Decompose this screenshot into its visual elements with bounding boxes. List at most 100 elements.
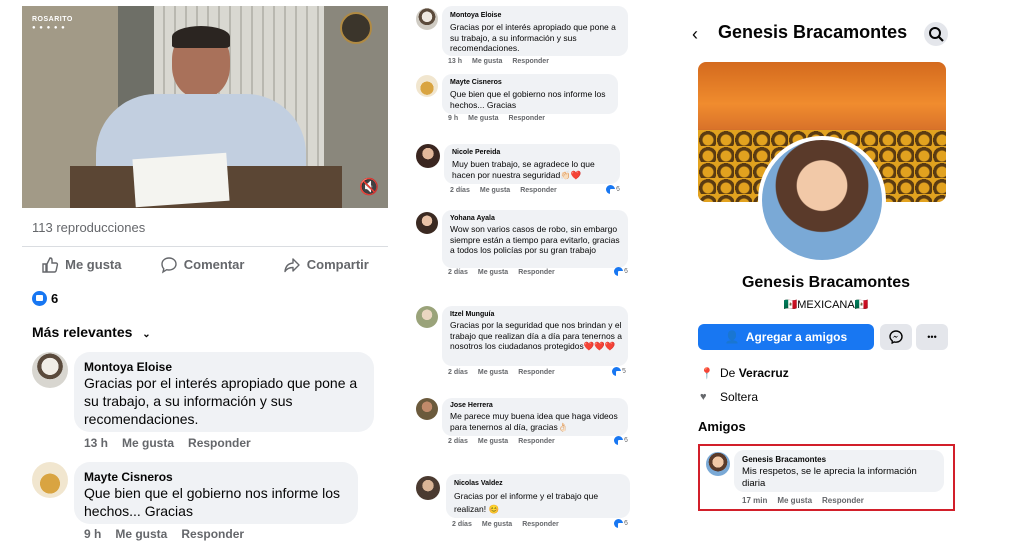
profile-picture[interactable] [758,136,886,264]
comment-author[interactable]: Montoya Eloise [450,12,501,19]
video-player[interactable]: ROSARITO ● ● ● ● ● 🔇 [22,6,388,208]
comment-time[interactable]: 2 días [448,369,468,376]
reaction-badge[interactable]: 6 [614,436,628,446]
comment-like-link[interactable]: Me gusta [478,438,508,445]
view-count: 113 reproducciones [32,220,146,235]
comment-meta: 2 días Me gusta Responder [452,521,559,528]
avatar[interactable] [706,452,730,476]
messenger-button[interactable] [880,324,912,350]
reaction-badge[interactable]: 5 [612,367,626,377]
comment-like-link[interactable]: Me gusta [122,436,174,450]
comment-meta: 9 h Me gusta Responder [84,527,244,541]
avatar[interactable] [416,212,438,234]
comment-button[interactable]: Comentar [160,256,244,274]
comment-time[interactable]: 17 min [742,496,767,505]
avatar[interactable] [416,75,438,97]
avatar[interactable] [416,8,438,30]
comment-text: Gracias por el interés apropiado que pon… [84,375,358,427]
comment-bubble: Nicole Pereida Muy buen trabajo, se agra… [444,144,620,184]
comment-reply-link[interactable]: Responder [518,438,555,445]
avatar[interactable] [32,352,68,388]
comment-like-link[interactable]: Me gusta [468,115,498,122]
comment-author[interactable]: Jose Herrera [450,402,493,409]
comment-time[interactable]: 2 días [448,269,468,276]
comment-time[interactable]: 13 h [84,436,108,450]
comment-reply-link[interactable]: Responder [522,521,559,528]
mute-icon[interactable]: 🔇 [356,176,382,200]
comment-reply-link[interactable]: Responder [508,115,545,122]
reaction-badge[interactable]: 6 [606,185,620,195]
relationship-status: Soltera [720,390,759,404]
comment-reply-link[interactable]: Responder [512,58,549,65]
comment-like-link[interactable]: Me gusta [478,269,508,276]
comment-author[interactable]: Mayte Cisneros [84,470,173,484]
location-info: 📍 De Veracruz [700,366,789,380]
reaction-badge[interactable]: 6 [614,267,628,277]
comment-author[interactable]: Itzel Munguía [450,311,494,318]
messenger-icon [889,330,903,345]
comment-time[interactable]: 9 h [448,115,458,122]
comment-bubble: Mayte Cisneros Que bien que el gobierno … [74,462,358,524]
comment-meta: 2 días Me gusta Responder [450,187,557,194]
comment-like-link[interactable]: Me gusta [115,527,167,541]
more-options-button[interactable]: ••• [916,324,948,350]
comment-like-link[interactable]: Me gusta [777,496,812,505]
comment-meta: 2 días Me gusta Responder [448,438,555,445]
comment-time[interactable]: 13 h [448,58,462,65]
avatar[interactable] [32,462,68,498]
comment-reply-link[interactable]: Responder [188,436,251,450]
search-button[interactable] [924,22,948,46]
comment-like-link[interactable]: Me gusta [472,58,502,65]
profile-name: Genesis Bracamontes [741,274,911,291]
comment-time[interactable]: 2 días [450,187,470,194]
comment-like-link[interactable]: Me gusta [482,521,512,528]
emblem-icon [340,12,372,44]
comment-text: Que bien que el gobierno nos informe los… [450,89,606,110]
comment-time[interactable]: 9 h [84,527,101,541]
comment-author[interactable]: Montoya Eloise [84,360,172,374]
comment-text: Gracias por la seguridad que nos brindan… [450,320,623,351]
comment-time[interactable]: 2 días [448,438,468,445]
comment-author[interactable]: Nicolas Valdez [454,480,503,487]
comment-like-link[interactable]: Me gusta [480,187,510,194]
comment-text: Wow son varios casos de robo, sin embarg… [450,224,620,255]
location-link[interactable]: Veracruz [739,366,789,380]
comment-author[interactable]: Mayte Cisneros [450,79,502,86]
add-friend-button[interactable]: 👤 Agregar a amigos [698,324,874,350]
comment-reply-link[interactable]: Responder [518,269,555,276]
comment-meta: 2 días Me gusta Responder [448,269,555,276]
avatar[interactable] [416,306,438,328]
comment-reply-link[interactable]: Responder [520,187,557,194]
comment-like-link[interactable]: Me gusta [478,369,508,376]
comment-bubble: Genesis Bracamontes Mis respetos, se le … [734,450,944,492]
comment-reply-link[interactable]: Responder [518,369,555,376]
comment-text: Mis respetos, se le aprecia la informaci… [742,466,917,489]
comment-meta: 17 min Me gusta Responder [742,496,864,505]
comment-reply-link[interactable]: Responder [822,496,864,505]
avatar[interactable] [416,144,440,168]
page-title: Genesis Bracamontes [718,22,908,42]
reaction-badge[interactable]: 6 [614,519,628,529]
avatar[interactable] [416,398,438,420]
search-icon [929,27,944,42]
avatar[interactable] [416,476,440,500]
like-button[interactable]: Me gusta [41,256,121,274]
share-icon [284,257,300,272]
comment-meta: 13 h Me gusta Responder [448,58,549,65]
reaction-summary[interactable]: 6 [32,291,58,306]
back-arrow-icon[interactable]: ‹ [692,24,698,45]
comment-author[interactable]: Yohana Ayala [450,215,495,222]
comment-reply-link[interactable]: Responder [181,527,244,541]
location-text: De Veracruz [720,366,789,380]
like-label: Me gusta [65,257,122,272]
comment-author[interactable]: Nicole Pereida [452,149,500,156]
post-actions: Me gusta Comentar Compartir [22,246,388,282]
comment-author[interactable]: Genesis Bracamontes [742,455,826,464]
comment-time[interactable]: 2 días [452,521,472,528]
add-friend-icon: 👤 [724,330,740,344]
share-button[interactable]: Compartir [283,256,369,274]
comment-sort-dropdown[interactable]: Más relevantes ⌄ [32,324,151,340]
comment-bubble: Mayte Cisneros Que bien que el gobierno … [442,74,618,114]
like-reaction-icon [612,367,623,377]
profile-bio: 🇲🇽MEXICANA🇲🇽 [783,299,869,311]
